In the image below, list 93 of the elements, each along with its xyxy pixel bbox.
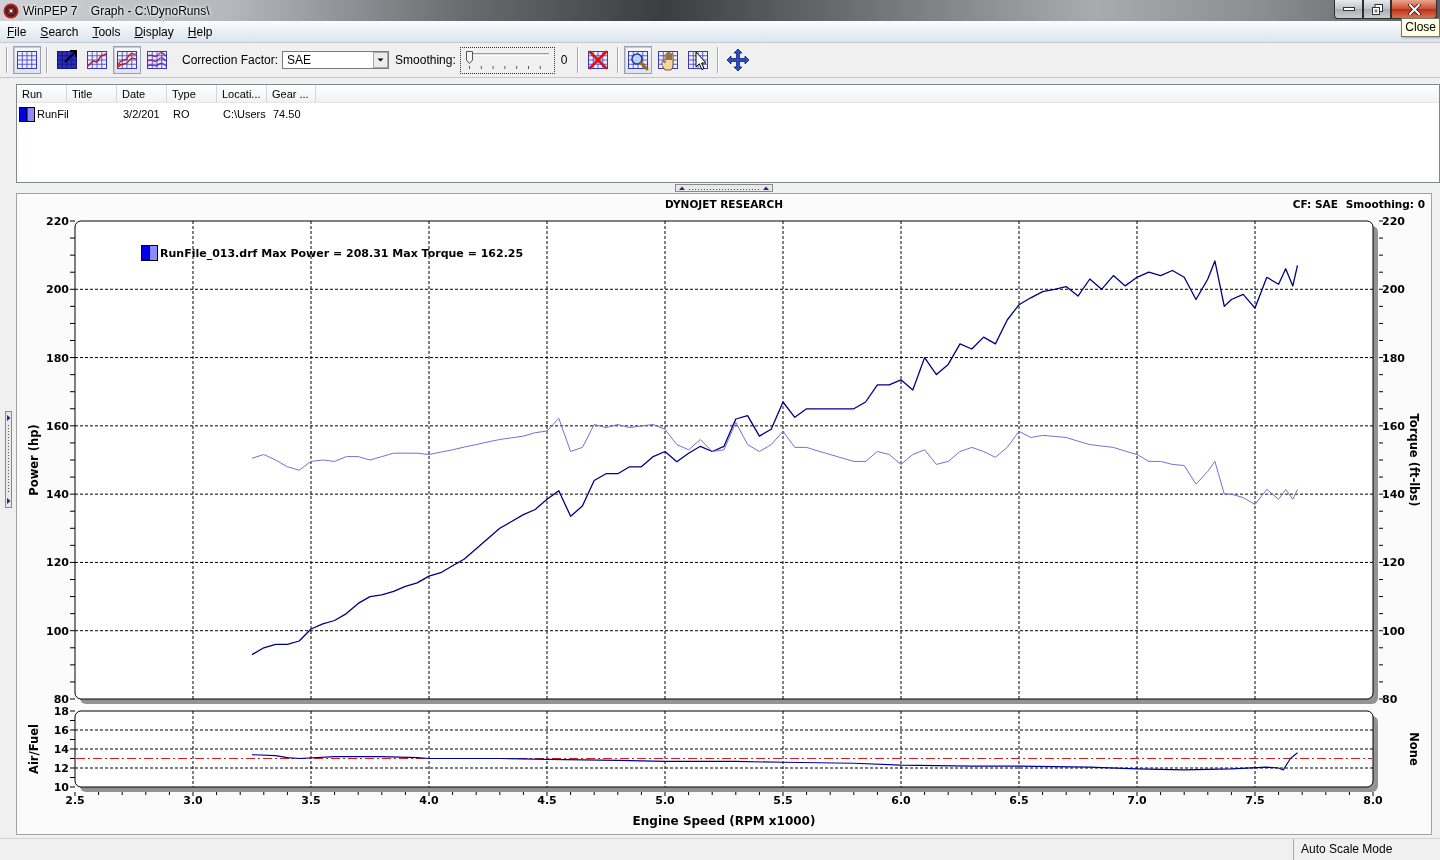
tick-label: 180 xyxy=(46,351,69,365)
chart-info: Smoothing: 0 xyxy=(1345,197,1425,210)
column-header[interactable]: Run xyxy=(17,85,67,102)
column-header[interactable]: Type xyxy=(167,85,217,102)
tick-label: 6.0 xyxy=(891,794,911,807)
slider-value: 0 xyxy=(560,53,568,67)
grid-view-button[interactable] xyxy=(13,46,41,74)
tick-label: 140 xyxy=(1382,488,1405,502)
splitter-handle-icon[interactable] xyxy=(675,184,773,192)
grid-curves-icon xyxy=(115,48,139,72)
axis-title: Torque (ft-lbs) xyxy=(1407,413,1421,507)
axis-title: Air/Fuel xyxy=(27,724,41,774)
curves-chart-button[interactable] xyxy=(113,46,141,74)
table-cell: C:\Users xyxy=(223,108,266,120)
column-header[interactable]: Locati... xyxy=(217,85,267,102)
tick-label: 8.0 xyxy=(1363,794,1383,807)
correction-factor-select[interactable]: SAE xyxy=(282,51,390,69)
tick-label: 12 xyxy=(53,762,69,775)
close-button[interactable] xyxy=(1391,0,1437,19)
tick-label: 100 xyxy=(1382,624,1405,638)
tick-label: 3.5 xyxy=(301,794,321,807)
slider-thumb[interactable] xyxy=(465,50,473,64)
grid-cross-icon xyxy=(586,48,611,72)
field-label: Correction Factor: xyxy=(182,53,279,67)
tick-label: 4.5 xyxy=(537,794,557,807)
chart-info: CF: SAE xyxy=(1292,197,1338,210)
zoom-icon xyxy=(626,48,651,72)
tick-label: 80 xyxy=(53,693,69,706)
tick-label: 200 xyxy=(46,283,69,297)
tick-label: 5.5 xyxy=(773,794,793,807)
axis-title: Engine Speed (RPM x1000) xyxy=(632,814,816,828)
caret-icon xyxy=(373,52,389,68)
app-logo-icon xyxy=(3,2,19,19)
run-row[interactable]: RunFil 3/2/201 RO C:\Users 74.50 xyxy=(17,106,1439,122)
tick-label: 180 xyxy=(1382,351,1405,365)
tick-label: 3.0 xyxy=(183,794,203,807)
table-cell: 74.50 xyxy=(273,108,301,120)
four-way-arrow-icon xyxy=(726,48,751,72)
restore-icon xyxy=(1371,3,1383,15)
tick-label: 220 xyxy=(46,215,69,228)
menu-item[interactable]: Display xyxy=(127,21,181,42)
tick-label: 80 xyxy=(1382,693,1398,706)
tick-label: 2.5 xyxy=(65,794,85,807)
legend-text: RunFile_013.drf Max Power = 208.31 Max Torque = 162.25 xyxy=(160,247,524,260)
tick-label: 160 xyxy=(1382,419,1405,433)
restore-button[interactable] xyxy=(1363,0,1391,19)
column-header[interactable]: Gear ... xyxy=(267,85,316,102)
menu-item[interactable]: File xyxy=(0,21,34,42)
tick-label: 7.0 xyxy=(1127,794,1147,807)
tick-label: 5.0 xyxy=(655,794,675,807)
menu-item[interactable]: Search xyxy=(33,21,86,42)
tick-label: 100 xyxy=(46,624,69,638)
tick-label: 18 xyxy=(53,707,69,718)
tick-label: 200 xyxy=(1382,283,1405,297)
status-text: Auto Scale Mode xyxy=(1293,839,1440,860)
axis-title: Power (hp) xyxy=(27,424,41,496)
tooltip: Close xyxy=(1401,18,1440,37)
minimize-button[interactable] xyxy=(1334,0,1363,19)
table-cell: RO xyxy=(173,108,190,120)
tick-label: 7.5 xyxy=(1245,794,1265,807)
column-header[interactable]: Date xyxy=(117,85,167,102)
table-cell: RunFil xyxy=(37,108,69,120)
grid-arrow-icon xyxy=(55,48,79,72)
tick-label: 16 xyxy=(53,724,69,737)
minimize-icon xyxy=(1342,6,1355,12)
menu-item[interactable]: Tools xyxy=(85,21,128,42)
close-icon xyxy=(1407,3,1421,15)
run-color-icon xyxy=(19,106,35,122)
tick-label: 120 xyxy=(1382,556,1405,570)
column-header[interactable]: Title xyxy=(67,85,117,102)
grid-multi-curves-icon xyxy=(145,48,169,72)
window-title: WinPEP 7 Graph - C:\DynoRuns\ xyxy=(23,3,210,18)
menu-item[interactable]: Help xyxy=(180,21,220,42)
chart-title: DYNOJET RESEARCH xyxy=(665,197,783,210)
axis-title: None xyxy=(1407,732,1421,766)
tick-label: 6.5 xyxy=(1009,794,1029,807)
hand-icon xyxy=(656,48,681,72)
tick-label: 10 xyxy=(53,781,69,794)
tick-label: 120 xyxy=(46,556,69,570)
cursor-icon xyxy=(686,48,711,72)
run-swatch-icon xyxy=(141,245,158,261)
tick-label: 220 xyxy=(1382,215,1405,228)
tick-label: 140 xyxy=(46,488,69,502)
grid-line-chart-icon xyxy=(85,48,109,72)
zoom-button[interactable] xyxy=(624,46,653,74)
tick-label: 14 xyxy=(53,743,69,756)
tick-label: 4.0 xyxy=(419,794,439,807)
side-handle-icon[interactable] xyxy=(5,411,12,508)
field-label: Smoothing: xyxy=(395,53,456,67)
tick-label: 160 xyxy=(46,419,69,433)
smoothing-slider[interactable] xyxy=(459,46,555,74)
table-cell: 3/2/201 xyxy=(123,108,160,120)
grid-icon xyxy=(15,48,39,72)
